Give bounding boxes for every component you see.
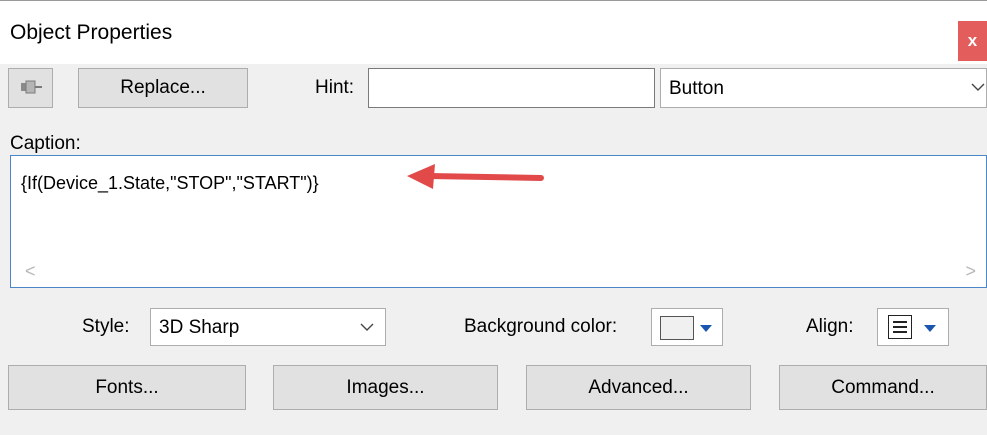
images-button-label: Images... [346,376,425,398]
scroll-left-icon[interactable]: < [25,261,36,282]
caption-text: {If(Device_1.State,"STOP","START")} [21,173,319,193]
close-button[interactable]: x [958,21,987,61]
fonts-button-label: Fonts... [95,376,159,398]
align-picker[interactable] [877,308,949,346]
command-button-label: Command... [831,376,935,398]
chevron-down-icon [970,79,986,100]
style-label: Style: [82,316,130,337]
chevron-down-icon [359,319,375,340]
caption-label: Caption: [10,133,81,154]
align-label: Align: [806,316,854,337]
replace-button[interactable]: Replace... [78,68,248,108]
advanced-button[interactable]: Advanced... [526,365,751,410]
window-title: Object Properties [10,21,173,44]
hint-label: Hint: [315,77,355,98]
style-value: 3D Sharp [159,317,240,338]
advanced-button-label: Advanced... [588,376,689,398]
dropdown-arrow-icon [924,325,936,332]
pin-button[interactable] [8,68,53,108]
object-type-value: Button [669,78,724,99]
color-swatch [660,316,694,340]
scroll-right-icon[interactable]: > [965,261,976,282]
annotation-arrow-icon [407,164,544,189]
pin-icon [19,78,43,99]
horizontal-scrollbar[interactable]: < > [11,257,986,287]
replace-button-label: Replace... [120,77,206,98]
command-button[interactable]: Command... [779,365,987,410]
background-color-picker[interactable] [651,308,723,346]
hint-input[interactable] [368,68,655,108]
align-left-icon [888,315,912,339]
fonts-button[interactable]: Fonts... [8,365,246,410]
background-color-label: Background color: [464,316,618,337]
images-button[interactable]: Images... [273,365,498,410]
object-type-select[interactable]: Button [660,68,987,108]
title-bar: Object Properties x [0,0,987,64]
close-icon: x [967,31,978,50]
dropdown-arrow-icon [700,325,712,332]
style-select[interactable]: 3D Sharp [150,308,386,346]
